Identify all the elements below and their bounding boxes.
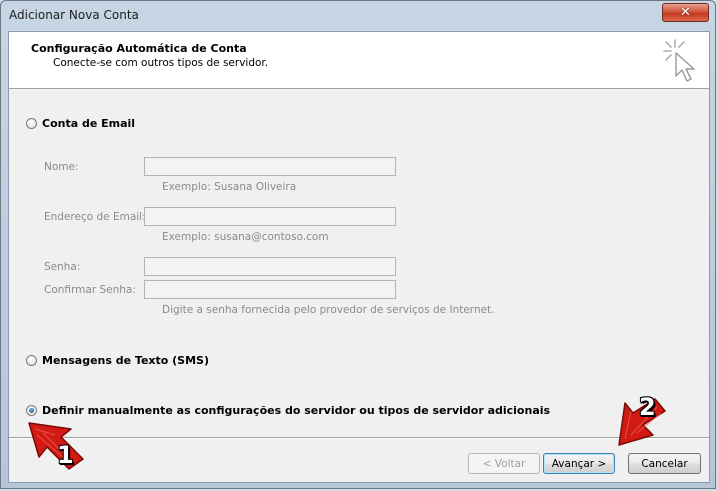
next-button[interactable]: Avançar > bbox=[543, 453, 615, 474]
manual-label: Definir manualmente as configurações do … bbox=[42, 404, 551, 417]
radio-email-account[interactable]: Conta de Email bbox=[26, 117, 135, 130]
back-button[interactable]: < Voltar bbox=[468, 453, 540, 474]
sms-label: Mensagens de Texto (SMS) bbox=[42, 354, 210, 367]
cancel-button[interactable]: Cancelar bbox=[628, 453, 701, 474]
radio-sms[interactable]: Mensagens de Texto (SMS) bbox=[26, 354, 209, 367]
confirm-password-label: Confirmar Senha: bbox=[44, 284, 136, 296]
wizard-cursor-icon bbox=[663, 39, 695, 82]
manual-radio[interactable] bbox=[26, 405, 37, 416]
red-arrow-icon bbox=[28, 422, 84, 470]
dialog-window: Adicionar Nova Conta ✕ Configuração Auto… bbox=[0, 0, 716, 489]
dialog-body: Configuração Automática de Conta Conecte… bbox=[8, 31, 710, 483]
email-field[interactable] bbox=[144, 207, 396, 226]
title-bar[interactable]: Adicionar Nova Conta ✕ bbox=[1, 1, 717, 31]
radio-manual[interactable]: Definir manualmente as configurações do … bbox=[26, 404, 550, 417]
close-icon: ✕ bbox=[680, 5, 691, 20]
marker-2-number: 2 bbox=[639, 393, 656, 421]
email-account-radio[interactable] bbox=[26, 118, 37, 129]
wizard-header: Configuração Automática de Conta Conecte… bbox=[9, 32, 709, 89]
annotation-marker-2: 2 bbox=[611, 393, 673, 449]
sms-radio[interactable] bbox=[26, 355, 37, 366]
password-hint: Digite a senha fornecida pelo provedor d… bbox=[162, 304, 495, 316]
password-label: Senha: bbox=[44, 261, 81, 273]
password-field[interactable] bbox=[144, 257, 396, 276]
annotation-marker-1: 1 bbox=[25, 419, 85, 471]
header-title: Configuração Automática de Conta bbox=[31, 42, 247, 55]
confirm-password-field[interactable] bbox=[144, 280, 396, 299]
email-account-label: Conta de Email bbox=[42, 117, 136, 130]
marker-1-number: 1 bbox=[57, 441, 74, 469]
close-button[interactable]: ✕ bbox=[662, 3, 709, 22]
header-subtitle: Conecte-se com outros tipos de servidor. bbox=[53, 57, 269, 69]
name-field[interactable] bbox=[144, 157, 396, 176]
button-separator bbox=[9, 437, 709, 439]
email-label: Endereço de Email: bbox=[44, 211, 146, 223]
window-title: Adicionar Nova Conta bbox=[9, 8, 139, 22]
name-label: Nome: bbox=[44, 161, 79, 173]
email-hint: Exemplo: susana@contoso.com bbox=[162, 231, 329, 243]
name-hint: Exemplo: Susana Oliveira bbox=[162, 181, 297, 193]
